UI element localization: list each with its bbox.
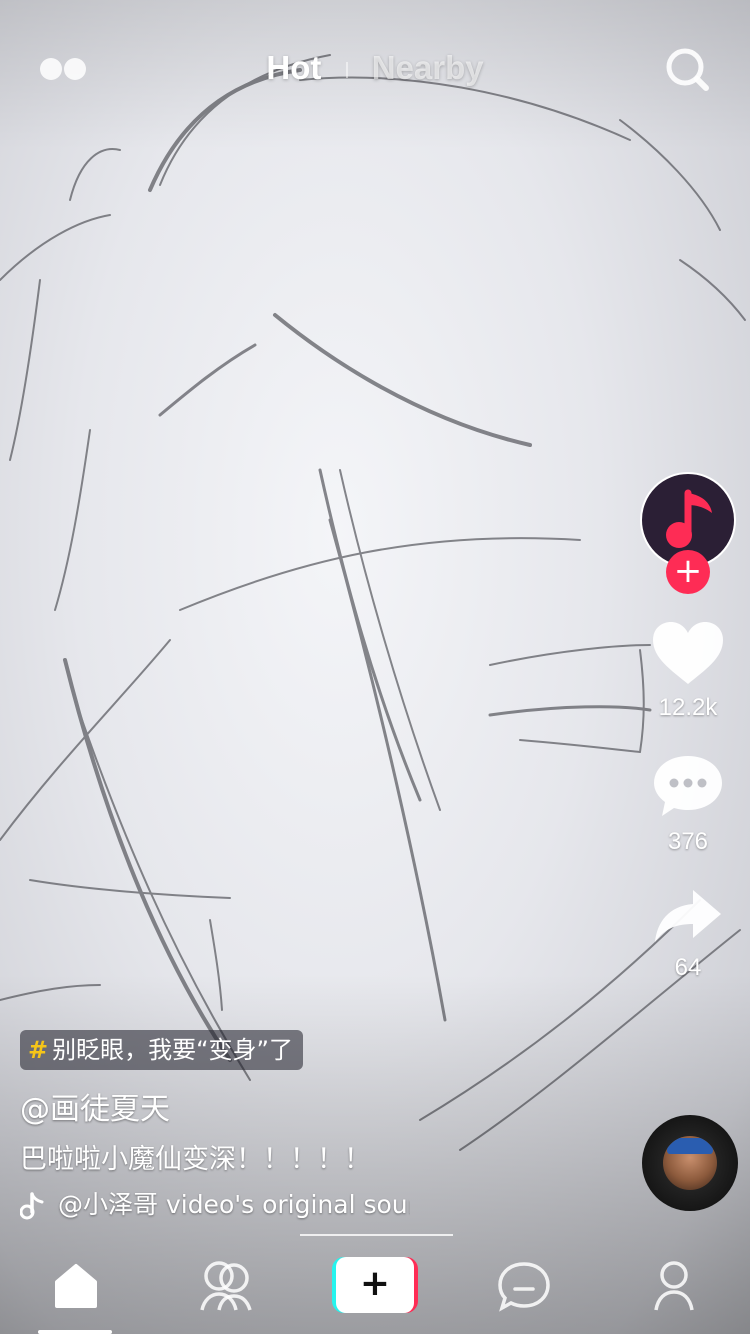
video-caption: # 别眨眼，我要“变身”了 @画徒夏天 巴啦啦小魔仙变深！！！！！ @小泽哥 vi… — [20, 1030, 620, 1222]
profile-icon — [654, 1261, 694, 1311]
music-disc-cover — [663, 1136, 717, 1190]
feed-tabs: Hot Nearby — [0, 40, 750, 96]
creator-avatar[interactable]: + — [640, 472, 736, 594]
share-count: 64 — [674, 954, 702, 981]
inbox-icon — [498, 1262, 550, 1312]
follow-button[interactable]: + — [666, 550, 710, 594]
video-screen[interactable]: Hot Nearby + 12.2k 376 64 # 别眨眼，我要“变身”了 … — [0, 0, 750, 1334]
music-ticker[interactable]: @小泽哥 video's original sound — [20, 1188, 410, 1222]
tab-home[interactable] — [50, 1260, 102, 1312]
hashtag-chip[interactable]: # 别眨眼，我要“变身”了 — [20, 1030, 303, 1070]
music-note-small-icon — [20, 1192, 44, 1220]
hashtag-icon: # — [28, 1036, 49, 1064]
top-navigation: Hot Nearby — [0, 40, 750, 100]
create-button[interactable]: + — [332, 1257, 418, 1313]
tab-nearby[interactable]: Nearby — [372, 40, 484, 96]
hashtag-label: 别眨眼，我要“变身”了 — [52, 1036, 293, 1064]
comment-button[interactable]: 376 — [638, 752, 738, 856]
active-tab-indicator — [38, 1330, 112, 1334]
tab-hot[interactable]: Hot — [266, 40, 321, 96]
comment-icon — [654, 756, 722, 816]
music-note-icon — [666, 489, 712, 548]
comment-count: 376 — [667, 828, 709, 855]
tab-inbox[interactable] — [496, 1260, 552, 1312]
action-rail: + 12.2k 376 64 — [638, 472, 738, 982]
creator-username[interactable]: @画徒夏天 — [20, 1090, 620, 1130]
home-icon — [55, 1264, 97, 1308]
video-progress-bar — [300, 1234, 453, 1236]
share-arrow-icon — [655, 890, 721, 942]
share-button[interactable]: 64 — [638, 886, 738, 982]
search-icon[interactable] — [664, 46, 710, 92]
tab-profile[interactable] — [650, 1260, 698, 1312]
music-disc[interactable] — [642, 1115, 738, 1211]
heart-icon — [653, 622, 723, 684]
friends-icon — [200, 1261, 252, 1311]
create-plus-icon: + — [336, 1257, 414, 1313]
video-description: 巴啦啦小魔仙变深！！！！！ — [20, 1144, 371, 1175]
music-title: @小泽哥 video's original sound — [58, 1190, 410, 1219]
tab-friends[interactable] — [196, 1260, 256, 1312]
like-button[interactable]: 12.2k — [638, 620, 738, 722]
tab-divider — [345, 62, 348, 79]
like-count: 12.2k — [658, 694, 718, 721]
